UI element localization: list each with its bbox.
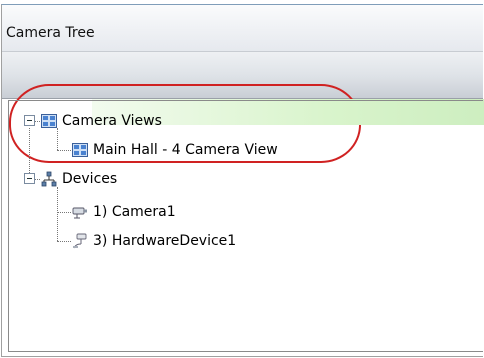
network-devices-icon xyxy=(41,171,57,187)
tree-node-label[interactable]: 1) Camera1 xyxy=(93,203,176,221)
hardware-device-icon xyxy=(72,233,88,249)
tree-node-label[interactable]: 3) HardwareDevice1 xyxy=(93,232,236,250)
panel-title-bar: Camera Tree xyxy=(2,5,483,51)
tree-node-label[interactable]: Devices xyxy=(62,170,117,188)
camera-views-grid-icon xyxy=(41,113,57,129)
camera-icon xyxy=(72,204,88,220)
tree-node-label[interactable]: Main Hall - 4 Camera View xyxy=(93,141,278,159)
collapse-toggle-camera-views[interactable] xyxy=(24,115,35,126)
panel-title: Camera Tree xyxy=(6,25,95,41)
collapse-toggle-devices[interactable] xyxy=(24,173,35,184)
tree-node-label[interactable]: Camera Views xyxy=(62,112,162,130)
tree-view[interactable]: Camera Views Main Hall - 4 Camera View D… xyxy=(8,100,483,352)
camera-view-grid-icon xyxy=(72,142,88,158)
camera-tree-panel: Camera Tree Camera Views Main Hall - 4 C… xyxy=(1,4,483,357)
